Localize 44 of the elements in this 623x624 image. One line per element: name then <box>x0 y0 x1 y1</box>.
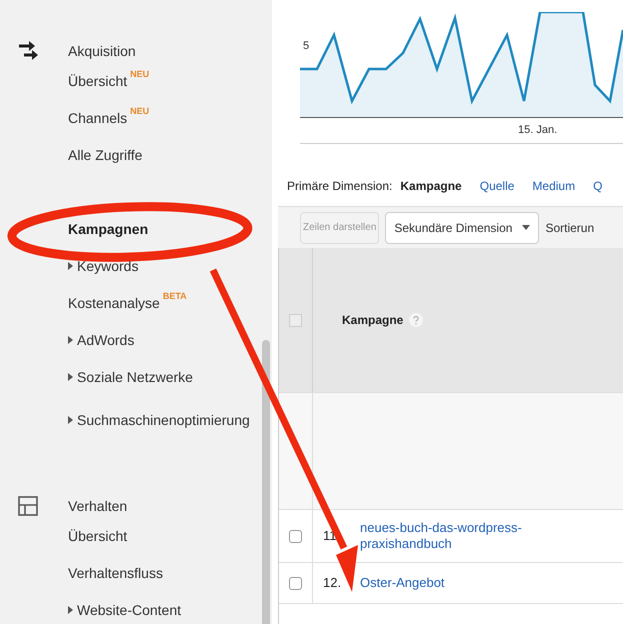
caret-icon <box>68 336 73 344</box>
nav-item[interactable]: Übersicht <box>68 527 128 545</box>
caret-icon <box>522 225 530 230</box>
layout-icon <box>18 496 38 516</box>
dimension-label: Primäre Dimension: <box>287 178 392 195</box>
caret-icon <box>68 262 73 270</box>
caret-icon <box>68 416 73 424</box>
dimension-option[interactable]: Quelle <box>480 177 514 195</box>
axis-label: 15. Jan. <box>518 123 558 138</box>
nav-item[interactable]: Website-Content <box>68 601 182 619</box>
nav-item[interactable]: Kostenanalyse <box>68 294 160 312</box>
arrows-icon <box>18 40 40 62</box>
row-index: 12. <box>323 574 342 592</box>
campaign-link[interactable]: Oster-Angebot <box>360 575 560 591</box>
column-header[interactable]: Kampagne <box>342 311 404 329</box>
dimension-option[interactable]: Q <box>593 177 602 195</box>
checkbox[interactable] <box>289 530 302 542</box>
nav-item[interactable]: Soziale Netzwerke <box>68 368 193 386</box>
axis-label: 5 <box>303 39 310 54</box>
nav-item[interactable]: Übersicht <box>68 72 128 90</box>
campaign-link[interactable]: neues-buch-das-wordpress-praxishandbuch <box>360 520 560 552</box>
checkbox[interactable] <box>289 576 302 590</box>
nav-item[interactable]: Kampagnen <box>68 220 148 238</box>
secondary-dimension-dropdown[interactable]: Sekundäre Dimension <box>385 212 540 244</box>
tag-label: NEU <box>130 68 150 81</box>
caret-icon <box>68 606 73 614</box>
nav-item[interactable]: Keywords <box>68 257 138 275</box>
section-title[interactable]: Verhalten <box>68 496 128 516</box>
dimension-option[interactable]: Medium <box>532 177 576 195</box>
nav-item[interactable]: AdWords <box>68 331 134 349</box>
scrollbar-thumb[interactable] <box>262 340 270 624</box>
nav-item[interactable]: Suchmaschinenoptimierung <box>68 411 250 429</box>
nav-item[interactable]: Verhaltensfluss <box>68 564 163 582</box>
sort-label: Sortierun <box>545 220 594 236</box>
tag-label: NEU <box>130 105 150 118</box>
checkbox[interactable] <box>289 314 302 326</box>
caret-icon <box>68 373 73 381</box>
row-index: 11 <box>323 527 338 546</box>
tag-label: BETA <box>162 290 187 303</box>
dimension-option[interactable]: Kampagne <box>400 177 462 195</box>
help-icon[interactable] <box>409 313 424 327</box>
section-title[interactable]: Akquisition <box>68 40 136 62</box>
nav-item[interactable]: Channels <box>68 109 128 127</box>
nav-item[interactable]: Alle Zugriffe <box>68 146 142 164</box>
